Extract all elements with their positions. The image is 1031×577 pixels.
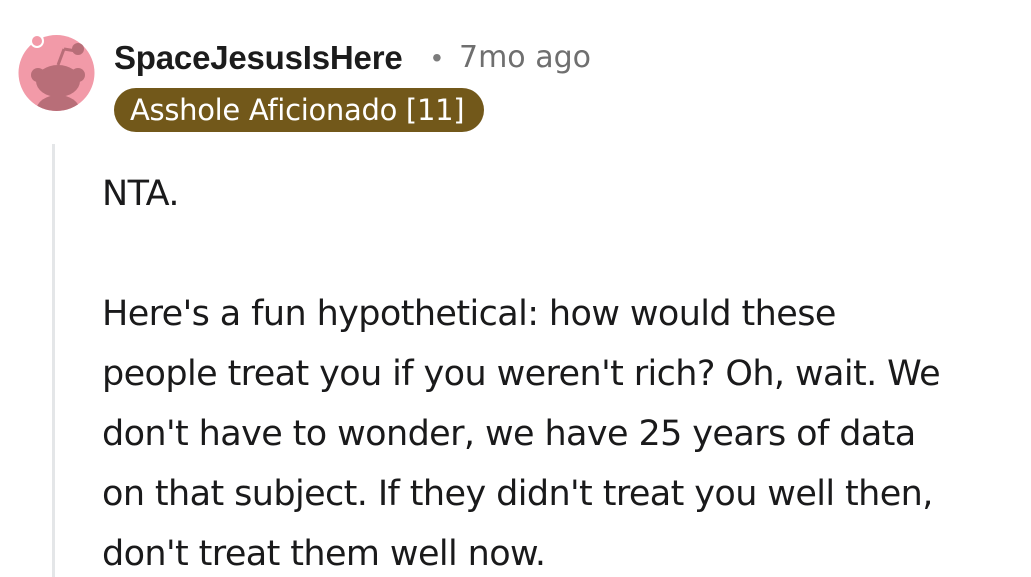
- user-flair: Asshole Aficionado [11]: [114, 88, 485, 132]
- comment-timestamp[interactable]: 7mo ago: [459, 38, 591, 78]
- comment-line: people treat you if you weren't rich? Oh…: [102, 354, 941, 394]
- comment-body: NTA. Here's a fun hypothetical: how woul…: [102, 164, 1022, 577]
- comment-line: don't have to wonder, we have 25 years o…: [102, 414, 916, 454]
- comment-paragraph: NTA.: [102, 174, 180, 214]
- comment-author[interactable]: SpaceJesusIsHere: [114, 38, 403, 78]
- thread-line[interactable]: [52, 144, 55, 577]
- comment: SpaceJesusIsHere • 7mo ago Asshole Afici…: [0, 0, 1031, 577]
- comment-line: don't treat them well now.: [102, 534, 546, 574]
- comment-line: Here's a fun hypothetical: how would the…: [102, 294, 836, 334]
- meta-separator: •: [432, 42, 442, 73]
- comment-line: on that subject. If they didn't treat yo…: [102, 474, 933, 514]
- snoo-avatar-icon[interactable]: [18, 27, 95, 118]
